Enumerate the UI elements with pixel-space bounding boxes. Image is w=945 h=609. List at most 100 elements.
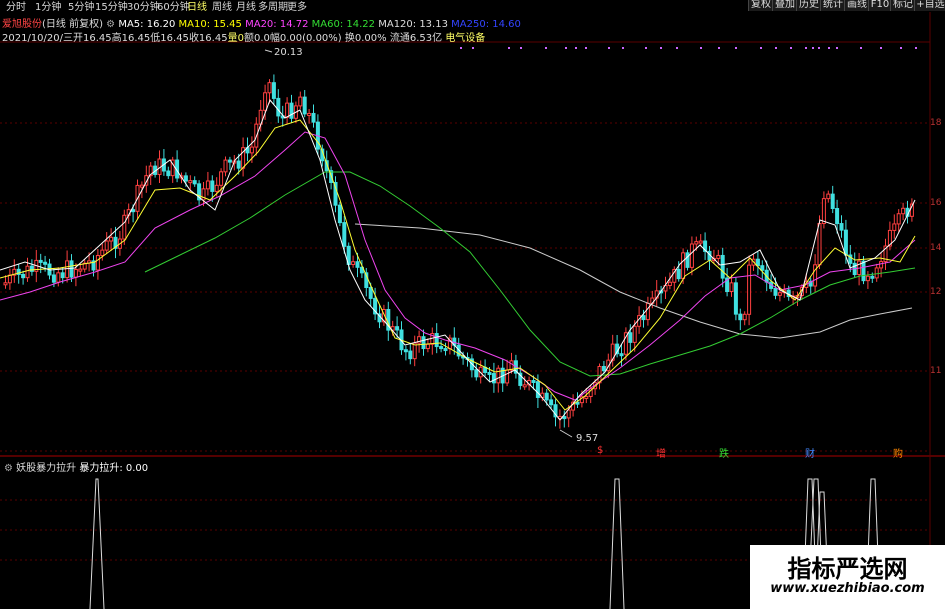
candle-body — [131, 209, 136, 213]
candle-body — [505, 369, 510, 384]
candle-body — [302, 96, 307, 115]
candle-body — [29, 265, 34, 272]
candle-body — [509, 360, 514, 371]
signal-fall[interactable]: 跌 — [719, 445, 729, 460]
candle-body — [535, 381, 540, 398]
signal-dollar[interactable]: $ — [597, 445, 603, 456]
candle-body — [755, 258, 760, 267]
event-dot — [700, 47, 702, 49]
ma-lines — [0, 99, 916, 421]
candle-body — [830, 193, 835, 210]
event-dot — [575, 47, 577, 49]
candlesticks — [3, 74, 914, 429]
watermark: 指标严选网 www.xuezhibiao.com — [750, 545, 945, 609]
candle-body — [681, 252, 686, 280]
candle-body — [839, 223, 844, 231]
candle-body — [166, 170, 171, 177]
signal-increase[interactable]: 增 — [656, 445, 666, 460]
candle-body — [826, 193, 831, 200]
quote-volume: 量0 — [227, 33, 244, 44]
event-dot — [508, 47, 510, 49]
event-dot — [472, 47, 474, 49]
quote-open: 开16.45 — [73, 33, 112, 44]
candle-body — [139, 184, 144, 188]
chart-canvas — [0, 12, 945, 609]
quote-high: 高16.45 — [111, 33, 151, 44]
y-axis-label: 18 — [930, 118, 942, 128]
candle-body — [60, 272, 65, 279]
candle-body — [584, 395, 589, 399]
event-dot — [760, 47, 762, 49]
event-dot — [585, 47, 587, 49]
y-axis-label: 11 — [930, 366, 942, 376]
candle-body — [223, 159, 228, 173]
candle-body — [421, 336, 426, 350]
candle-body — [337, 204, 342, 224]
candle-body — [21, 273, 26, 279]
quote-low: 低16.45 — [150, 33, 189, 44]
candle-body — [100, 249, 105, 257]
event-dot — [775, 47, 777, 49]
candle-body — [689, 243, 694, 268]
candle-body — [267, 82, 272, 94]
candle-body — [78, 268, 83, 272]
candle-body — [298, 96, 303, 107]
candle-body — [249, 146, 254, 154]
candle-body — [95, 255, 100, 271]
candle-body — [51, 274, 56, 283]
candle-body — [729, 282, 734, 292]
purple-dots — [460, 47, 917, 49]
quote-date: 2021/10/20/三 — [2, 33, 74, 44]
candle-body — [443, 348, 448, 352]
candle-body — [263, 92, 268, 111]
candle-body — [368, 286, 373, 299]
quote-turnover: 换0.00% — [344, 33, 387, 44]
signal-buyback[interactable]: 购 — [893, 445, 903, 460]
candle-body — [645, 302, 650, 321]
candle-body — [813, 264, 818, 287]
candle-body — [742, 313, 747, 321]
candle-body — [733, 282, 738, 315]
candle-body — [439, 346, 444, 350]
candle-body — [236, 160, 241, 169]
candle-body — [408, 350, 413, 360]
candle-body — [874, 267, 879, 279]
candle-body — [425, 343, 430, 350]
candle-body — [562, 416, 567, 420]
candle-body — [496, 367, 501, 384]
candle-body — [628, 332, 633, 343]
candle-body — [205, 180, 210, 190]
candle-body — [531, 380, 536, 384]
low-price-label: 9.57 — [576, 433, 599, 444]
event-dot — [622, 47, 624, 49]
candle-body — [38, 259, 43, 263]
event-dot — [805, 47, 807, 49]
event-dot — [812, 47, 814, 49]
candle-body — [544, 392, 549, 401]
watermark-url: www.xuezhibiao.com — [770, 581, 925, 596]
candle-body — [601, 365, 606, 372]
candle-body — [307, 112, 312, 116]
candle-body — [192, 180, 197, 185]
candle-body — [777, 292, 782, 296]
candle-body — [104, 240, 109, 251]
quote-sector[interactable]: 电气设备 — [445, 33, 485, 44]
candle-body — [214, 184, 219, 192]
candle-body — [747, 264, 752, 315]
ma20-line — [0, 131, 916, 401]
candle-body — [716, 254, 721, 259]
candle-body — [289, 102, 294, 119]
y-axis-label: 16 — [930, 198, 942, 208]
candle-body — [351, 261, 356, 265]
candle-body — [25, 265, 30, 279]
candle-body — [632, 325, 637, 343]
event-dot — [545, 47, 547, 49]
signal-finance[interactable]: 财 — [805, 445, 815, 460]
candle-body — [760, 265, 765, 271]
indicator-name[interactable]: 妖股暴力拉升 — [16, 463, 76, 474]
indicator-gear-icon[interactable]: ⚙ — [4, 463, 13, 474]
event-dot — [900, 47, 902, 49]
candle-body — [549, 399, 554, 406]
y-axis-label: 14 — [930, 243, 942, 253]
candle-body — [901, 207, 906, 215]
